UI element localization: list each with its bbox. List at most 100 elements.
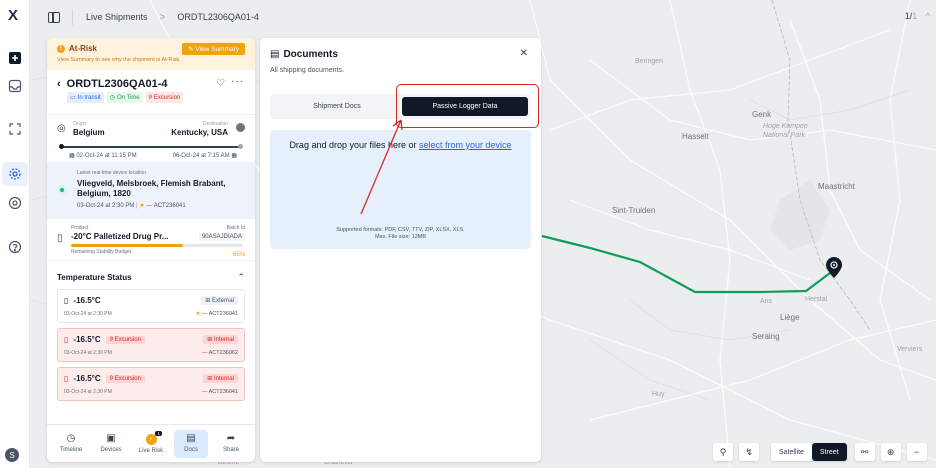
temperature-reading[interactable]: ▯ -16.5°C ⊞ External 03-Oct-24 at 2:30 PM…: [57, 289, 245, 323]
origin: Origin Belgium: [73, 121, 105, 137]
satellite-button[interactable]: Satellite: [771, 443, 812, 461]
shipment-id: ORDTL2306QA01-4: [66, 78, 168, 90]
shipment-header: ‹ ORDTL2306QA01-4 ♡ ···: [47, 70, 255, 110]
share-icon: ➦: [226, 433, 236, 444]
sensor-type-badge: ⊞ Internal: [203, 335, 238, 344]
destination-pin-icon[interactable]: [825, 257, 843, 281]
chevron-up-icon[interactable]: ^: [926, 11, 930, 21]
nav-share[interactable]: ➦ Share: [214, 430, 248, 458]
temperature-reading[interactable]: ▯ -16.5°C ϑ Excursion ⊞ Internal 03-Oct-24…: [57, 328, 245, 362]
product-label: Product: [71, 225, 89, 231]
destination-place: Kentucky, USA: [171, 128, 228, 137]
park-label: Hoge Kempen National Park: [763, 123, 808, 139]
inbox-icon[interactable]: [7, 78, 23, 94]
nav-live-risk[interactable]: ⚡ 1 Live Risk: [134, 430, 168, 458]
at-risk-message: View Summary to see why the shipment is …: [57, 57, 181, 63]
zoom-in-icon[interactable]: ⊕: [880, 443, 901, 461]
zoom-out-icon[interactable]: −: [906, 443, 927, 461]
scan-icon[interactable]: [7, 121, 23, 137]
back-icon[interactable]: ‹: [57, 78, 61, 90]
dash-icon: —: [201, 311, 208, 317]
supported-formats: Supported formats: PDF, CSV, TTV, ZIP, X…: [336, 227, 465, 233]
destination-marker-icon: [236, 123, 245, 132]
help-icon[interactable]: [7, 239, 23, 255]
clock-icon: ◷: [66, 433, 76, 444]
favorite-icon[interactable]: ♡: [216, 78, 225, 89]
reading-device: ACT236041: [208, 389, 238, 395]
calendar-icon: ▦: [229, 153, 237, 159]
layers-icon[interactable]: ⚯: [854, 443, 875, 461]
origin-label: Origin: [73, 121, 87, 127]
thermometer-icon: ▯: [64, 296, 69, 305]
nav-timeline-label: Timeline: [59, 447, 83, 453]
nav-docs[interactable]: ▤ Docs: [174, 429, 208, 458]
street-button[interactable]: Street: [811, 443, 847, 461]
location-device: ACT236041: [153, 203, 186, 209]
town-label: Sint-Truiden: [612, 206, 656, 215]
reading-temp: -16.5°C: [73, 335, 101, 344]
origin-date: ▦ 02-Oct-24 at 11:15 PM: [69, 152, 137, 159]
destination: Destination Kentucky, USA: [171, 121, 228, 137]
sensor-icon: ⊞: [205, 298, 212, 304]
add-icon[interactable]: [7, 50, 23, 66]
documents-subtitle: All shipping documents.: [270, 67, 344, 74]
town-label: Ans: [760, 298, 773, 305]
town-label: Verviers: [897, 346, 923, 353]
app-logo[interactable]: X: [8, 7, 18, 24]
close-icon[interactable]: ✕: [520, 48, 528, 59]
reading-temp: -16.5°C: [73, 296, 101, 305]
thermometer-icon: ▯: [64, 374, 69, 383]
town-label: Liège: [780, 313, 800, 322]
target-icon[interactable]: [7, 195, 23, 211]
route-icon[interactable]: ⚲: [713, 443, 733, 461]
temperature-status-header[interactable]: Temperature Status ⌃: [47, 261, 255, 289]
route-section: ◎ Origin Belgium Destination Kentucky, U…: [47, 114, 255, 162]
breadcrumb-current: ORDTL2306QA01-4: [177, 12, 259, 22]
chevron-up-icon[interactable]: ⌃: [237, 272, 245, 283]
destination-date: 06-Oct-24 at 7:15 AM ▦: [173, 152, 237, 159]
device-icon: ▣: [106, 433, 116, 444]
sidebar-toggle-icon[interactable]: [48, 11, 60, 23]
map-controls: ⚲ ↯ Satellite Street ⚯ ⊕ −: [713, 443, 927, 461]
stability-budget-percent: 65%: [232, 252, 245, 258]
breadcrumb-live-shipments[interactable]: Live Shipments: [86, 12, 148, 22]
origin-place: Belgium: [73, 128, 105, 137]
vial-icon: ▯: [57, 233, 63, 244]
origin-date-text: 02-Oct-24 at 11:15 PM: [76, 153, 137, 159]
location-time: 03-Oct-24 at 2:30 PM: [77, 203, 135, 209]
location-toggle-icon[interactable]: ↯: [739, 443, 759, 461]
sensor-type: External: [211, 298, 234, 304]
batch-id: 90ASAJDIADA: [198, 233, 245, 241]
bottom-nav: ◷ Timeline ▣ Devices ⚡ 1 Live Risk ▤ Doc…: [47, 424, 255, 462]
town-label: Seraing: [752, 332, 780, 341]
max-file-size: Max. File size: 12MB: [374, 234, 427, 240]
select-from-device-link[interactable]: select from your device: [419, 140, 512, 150]
excursion-tag: ϑ Excursion: [105, 374, 145, 383]
documents-panel: ▤ Documents ✕ All shipping documents. Shi…: [260, 38, 541, 462]
reading-device: ACT236041: [208, 311, 238, 317]
map-style-toggle: Satellite Street: [771, 443, 847, 461]
more-options-icon[interactable]: ···: [231, 76, 244, 87]
nav-share-label: Share: [222, 447, 239, 453]
town-label: Genk: [752, 110, 772, 119]
sensor-icon: ⊞: [207, 376, 214, 382]
nav-timeline[interactable]: ◷ Timeline: [54, 430, 88, 458]
live-risk-count: 1: [155, 430, 162, 436]
settings-icon[interactable]: [2, 162, 28, 186]
location-address: Vliegveld, Melsbroek, Flemish Brabant, B…: [77, 179, 226, 198]
thermometer-icon: ▯: [64, 335, 69, 344]
reading-temp: -16.5°C: [73, 374, 101, 383]
user-avatar[interactable]: S: [5, 448, 19, 462]
town-label: Hasselt: [682, 132, 709, 141]
product-section: ▯ Product -20°C Palletized Drug Pr... Ba…: [47, 219, 255, 261]
town-label: Herstal: [805, 296, 828, 303]
temperature-reading[interactable]: ▯ -16.5°C ϑ Excursion ⊞ Internal 03-Oct-24…: [57, 367, 245, 401]
nav-devices[interactable]: ▣ Devices: [94, 430, 128, 458]
destination-date-text: 06-Oct-24 at 7:15 AM: [172, 153, 230, 159]
sensor-type: Internal: [213, 337, 234, 343]
nav-docs-label: Docs: [184, 447, 198, 453]
location-label: Latest real-time device location: [77, 170, 146, 176]
view-summary-button[interactable]: ✎ View Summary: [182, 43, 245, 55]
town-label: Maastricht: [818, 182, 855, 191]
reading-device: ACT236062: [208, 350, 238, 356]
